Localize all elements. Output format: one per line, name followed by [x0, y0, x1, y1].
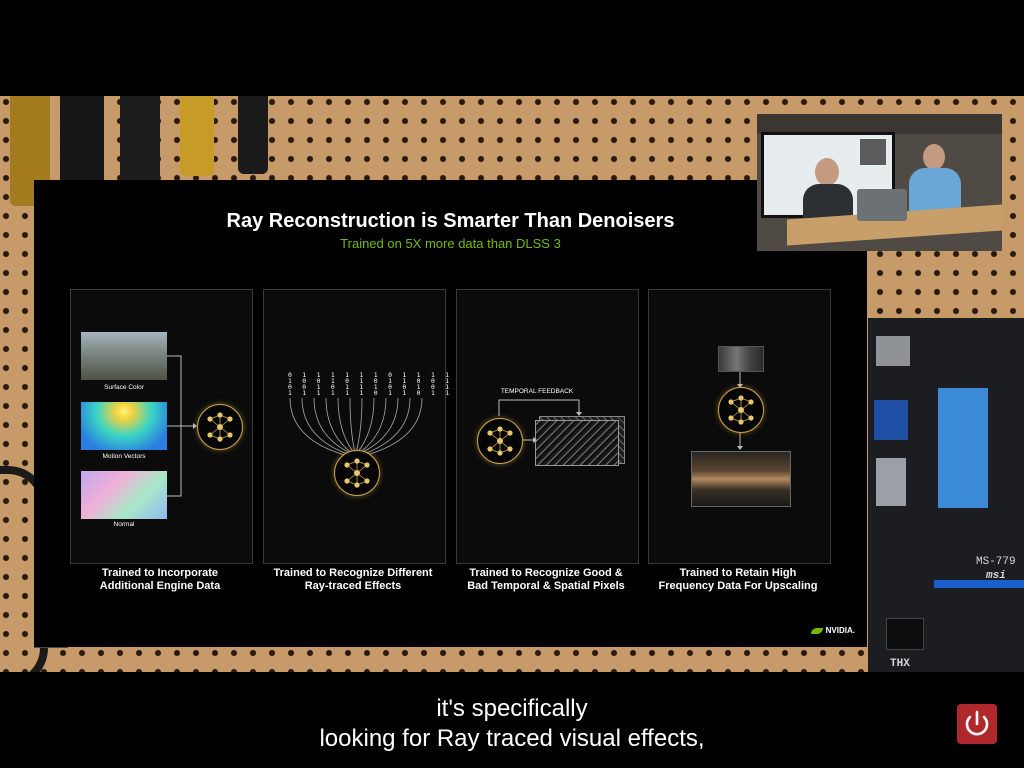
mb-heatsink	[938, 388, 988, 508]
nvidia-logo-text: NVIDIA.	[825, 626, 855, 635]
presentation-slide: Ray Reconstruction is Smarter Than Denoi…	[34, 180, 867, 647]
neural-network-icon	[718, 387, 764, 433]
panel-temporal-spatial-caption: Trained to Recognize Good & Bad Temporal…	[467, 567, 625, 592]
panel-engine-data-caption: Trained to Incorporate Additional Engine…	[99, 567, 221, 592]
panel-raytraced-effects-caption: Trained to Recognize Different Ray-trace…	[273, 567, 433, 592]
power-button[interactable]	[957, 704, 997, 744]
mb-usb-port	[876, 458, 906, 506]
neural-network-icon	[334, 450, 380, 496]
neural-network-icon	[477, 418, 523, 464]
cam-laptop	[857, 189, 907, 221]
caption-subtitles: it's specifically looking for Ray traced…	[0, 694, 1024, 754]
tool-handle-4	[180, 96, 214, 176]
slide-title: Ray Reconstruction is Smarter Than Denoi…	[226, 210, 675, 232]
mb-model-label: MS-779	[976, 556, 1016, 568]
mb-brand-label: msi	[986, 570, 1006, 582]
subtitle-line-1: it's specifically	[436, 695, 588, 722]
nvidia-eye-icon	[810, 627, 823, 634]
person-left-head	[815, 158, 839, 186]
mb-pcie-slot	[934, 580, 1024, 588]
mb-vga-port	[874, 400, 908, 440]
panel-upscaling-caption: Trained to Retain High Frequency Data Fo…	[658, 567, 818, 592]
panel-raytraced-effects: 0 1 1 1 1 1 1 0 1 1 1 1 1 0 0 1 0 1 0 1 …	[263, 289, 449, 564]
tool-handle-3	[120, 96, 160, 181]
neural-network-icon	[197, 404, 243, 450]
nvidia-logo: NVIDIA.	[810, 626, 855, 635]
mb-chip	[886, 618, 924, 650]
motherboard: MS-779 msi THX	[868, 318, 1024, 672]
tool-handle-5	[238, 96, 268, 174]
power-icon	[965, 710, 989, 736]
person-right-head	[923, 144, 945, 170]
panel-upscaling	[648, 289, 831, 564]
converging-lines	[289, 397, 423, 457]
cam-monitor-inset	[860, 139, 886, 165]
webcam-overlay	[757, 114, 1002, 251]
mb-audio-label: THX	[890, 658, 910, 670]
panel-temporal-spatial: TEMPORAL FEEDBACK	[456, 289, 639, 564]
tool-handle-2	[60, 96, 104, 186]
mb-port	[876, 336, 910, 366]
panel-engine-data: Surface Color Motion Vectors Normal	[70, 289, 253, 564]
subtitle-line-2: looking for Ray traced visual effects,	[319, 725, 705, 752]
slide-subtitle: Trained on 5X more data than DLSS 3	[340, 236, 561, 251]
cam-wall	[757, 114, 1002, 134]
